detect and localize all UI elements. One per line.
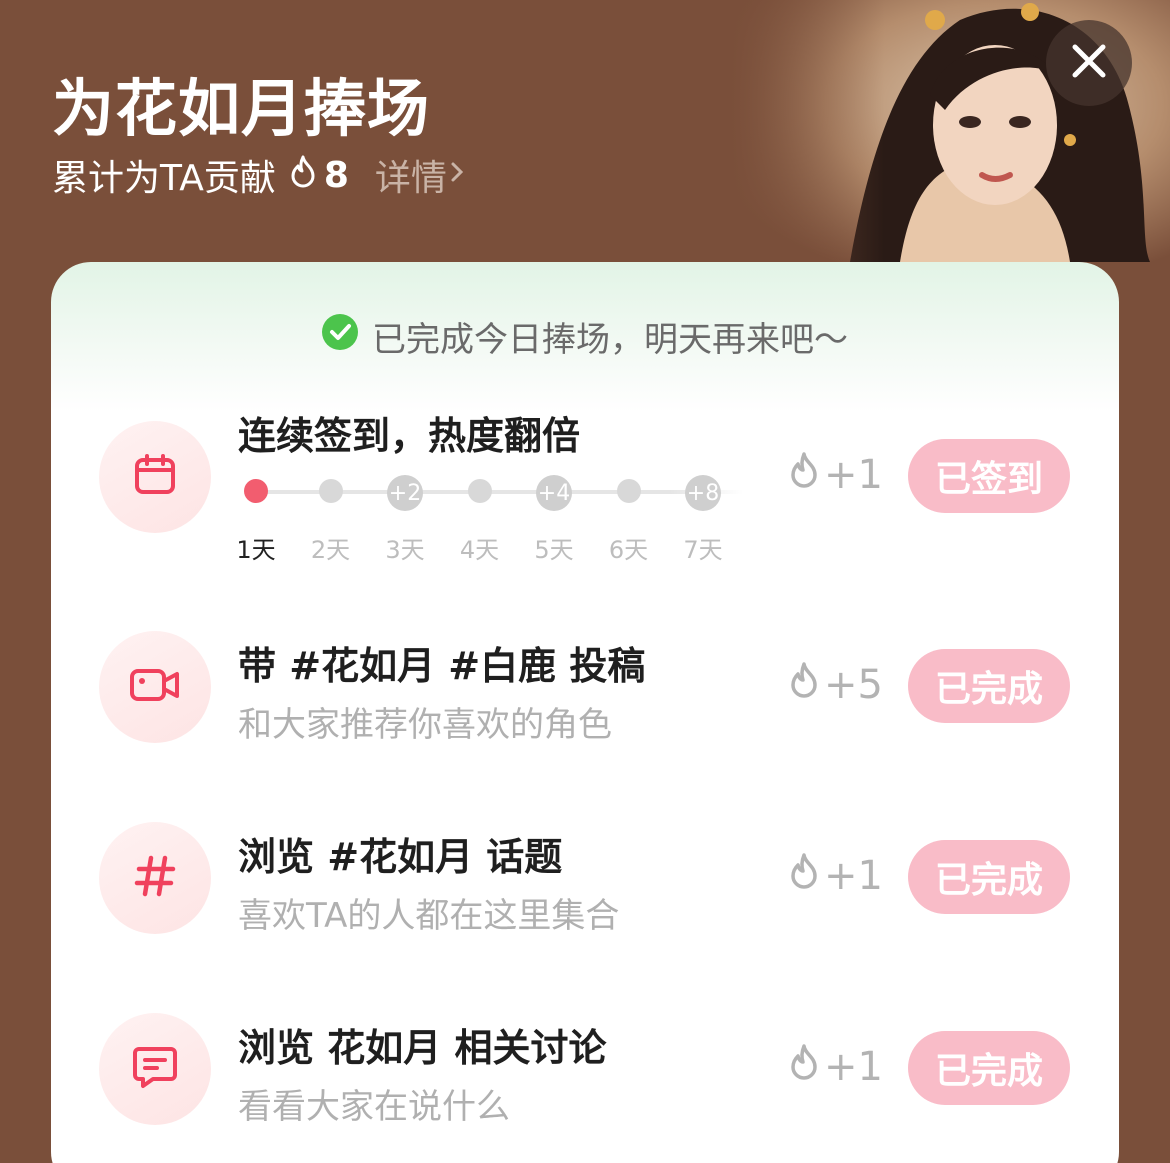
header: 为花如月捧场 累计为TA贡献 8 详情 bbox=[0, 0, 1170, 262]
completion-notice: 已完成今日捧场，明天再来吧～ bbox=[51, 312, 1119, 361]
task-reward-value: +5 bbox=[824, 662, 883, 708]
contribution-label: 累计为TA贡献 bbox=[52, 158, 276, 199]
task-icon-circle bbox=[99, 822, 211, 934]
task-reward: +1 bbox=[788, 447, 883, 503]
task-reward: +5 bbox=[788, 657, 883, 713]
task-reward: +1 bbox=[788, 1039, 883, 1095]
calendar-icon bbox=[132, 452, 178, 502]
task-card: 已完成今日捧场，明天再来吧～ 连续签到，热度翻倍 +1 已签到 1天 2天 +2 3天… bbox=[51, 262, 1119, 1163]
task-icon-circle bbox=[99, 631, 211, 743]
contribution-summary: 累计为TA贡献 8 详情 bbox=[52, 149, 469, 201]
streak-day-dot bbox=[616, 479, 641, 503]
completed-button[interactable]: 已完成 bbox=[908, 649, 1070, 723]
flame-icon bbox=[288, 154, 318, 197]
chevron-right-icon bbox=[447, 155, 469, 196]
flame-icon bbox=[788, 661, 820, 709]
streak-day-label: 5天 bbox=[534, 536, 574, 564]
task-browse-topic: 浏览 #花如月 话题 喜欢TA的人都在这里集合 +1 已完成 bbox=[51, 822, 1119, 942]
task-icon-circle bbox=[99, 1013, 211, 1125]
streak-day-dot bbox=[244, 479, 268, 503]
streak-day-label: 3天 bbox=[385, 536, 425, 564]
contribution-count: 8 bbox=[323, 154, 349, 196]
page-title: 为花如月捧场 bbox=[52, 72, 431, 145]
hashtag-icon bbox=[131, 852, 179, 904]
task-title: 连续签到，热度翻倍 bbox=[238, 414, 581, 458]
streak-day-dot: +8 bbox=[685, 475, 721, 511]
streak-day-label: 2天 bbox=[310, 536, 351, 564]
task-subtitle: 和大家推荐你喜欢的角色 bbox=[238, 705, 612, 745]
streak-day-dot: +4 bbox=[536, 475, 572, 511]
flame-icon bbox=[788, 451, 820, 499]
task-subtitle: 喜欢TA的人都在这里集合 bbox=[238, 896, 620, 936]
video-camera-icon bbox=[129, 665, 181, 709]
streak-progress: 1天 2天 +2 3天 4天 +4 5天 6天 +8 7天 bbox=[236, 470, 758, 564]
check-circle-icon bbox=[322, 314, 358, 359]
close-button[interactable] bbox=[1046, 20, 1132, 106]
completed-button[interactable]: 已完成 bbox=[908, 840, 1070, 914]
task-reward-value: +1 bbox=[824, 853, 883, 899]
completed-button[interactable]: 已完成 bbox=[908, 1031, 1070, 1105]
chat-bubble-icon bbox=[131, 1043, 179, 1095]
streak-day-label: 4天 bbox=[459, 536, 500, 564]
task-reward: +1 bbox=[788, 848, 883, 904]
task-title: 浏览 花如月 相关讨论 bbox=[238, 1026, 607, 1070]
signed-in-button[interactable]: 已签到 bbox=[908, 439, 1070, 513]
task-title: 浏览 #花如月 话题 bbox=[238, 835, 563, 879]
completion-notice-text: 已完成今日捧场，明天再来吧～ bbox=[372, 320, 848, 360]
streak-day-label: 1天 bbox=[236, 536, 276, 564]
detail-link[interactable]: 详情 bbox=[375, 149, 469, 201]
task-reward-value: +1 bbox=[824, 1044, 883, 1090]
streak-day-dot bbox=[318, 479, 343, 503]
streak-day-label: 7天 bbox=[683, 536, 723, 564]
flame-icon bbox=[788, 852, 820, 900]
streak-day-label: 6天 bbox=[608, 536, 649, 564]
flame-icon bbox=[788, 1043, 820, 1091]
task-browse-discussion: 浏览 花如月 相关讨论 看看大家在说什么 +1 已完成 bbox=[51, 1013, 1119, 1133]
close-icon bbox=[1071, 43, 1107, 83]
task-title: 带 #花如月 #白鹿 投稿 bbox=[238, 644, 646, 688]
task-reward-value: +1 bbox=[824, 452, 883, 498]
detail-link-label: 详情 bbox=[374, 158, 447, 199]
streak-day-dot bbox=[467, 479, 492, 503]
task-icon-circle bbox=[99, 421, 211, 533]
streak-day-dot: +2 bbox=[387, 475, 423, 511]
task-subtitle: 看看大家在说什么 bbox=[238, 1087, 510, 1127]
task-post-video: 带 #花如月 #白鹿 投稿 和大家推荐你喜欢的角色 +5 已完成 bbox=[51, 631, 1119, 751]
